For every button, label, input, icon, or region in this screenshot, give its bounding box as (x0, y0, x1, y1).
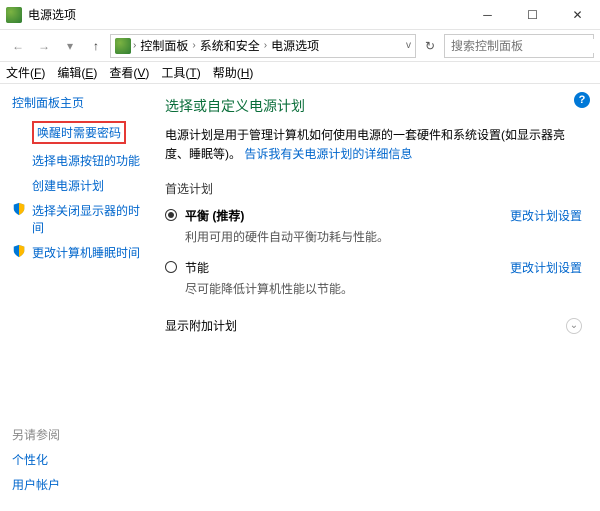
change-plan-link[interactable]: 更改计划设置 (510, 259, 582, 276)
see-also-label: 另请参阅 (12, 426, 143, 443)
close-button[interactable]: ✕ (555, 0, 600, 30)
breadcrumb-item-0[interactable]: 控制面板 (138, 37, 190, 54)
sidebar-list: 唤醒时需要密码选择电源按钮的功能创建电源计划选择关闭显示器的时间更改计算机睡眠时… (12, 121, 143, 269)
shield-icon (12, 121, 26, 135)
page-description: 电源计划是用于管理计算机如何使用电源的一套硬件和系统设置(如显示器亮度、睡眠等)… (165, 126, 582, 164)
sidebar-item-4[interactable]: 更改计算机睡眠时间 (12, 244, 143, 261)
breadcrumb-item-2[interactable]: 电源选项 (269, 37, 321, 54)
shield-icon (12, 177, 26, 191)
sidebar-link[interactable]: 选择电源按钮的功能 (32, 152, 140, 169)
plan-desc: 利用可用的硬件自动平衡功耗与性能。 (185, 228, 502, 245)
maximize-button[interactable]: ☐ (510, 0, 555, 30)
search-input[interactable] (451, 39, 600, 53)
chevron-right-icon: › (192, 40, 195, 51)
up-button[interactable]: ↑ (84, 34, 108, 58)
sidebar-footer: 另请参阅 个性化用户帐户 (12, 426, 143, 501)
breadcrumb[interactable]: › 控制面板 › 系统和安全 › 电源选项 v (110, 34, 416, 58)
main-content: ? 选择或自定义电源计划 电源计划是用于管理计算机如何使用电源的一套硬件和系统设… (155, 84, 600, 511)
help-icon[interactable]: ? (574, 92, 590, 108)
sidebar-link[interactable]: 唤醒时需要密码 (37, 126, 121, 140)
plan-row-1: 节能尽可能降低计算机性能以节能。更改计划设置 (165, 259, 582, 297)
sidebar-item-0[interactable]: 唤醒时需要密码 (12, 121, 143, 144)
plan-radio[interactable] (165, 261, 177, 273)
search-box[interactable]: 🔍 (444, 34, 594, 58)
sidebar-link[interactable]: 选择关闭显示器的时间 (32, 202, 143, 236)
shield-icon (12, 202, 26, 216)
sidebar: 控制面板主页 唤醒时需要密码选择电源按钮的功能创建电源计划选择关闭显示器的时间更… (0, 84, 155, 511)
sidebar-link[interactable]: 创建电源计划 (32, 177, 104, 194)
page-heading: 选择或自定义电源计划 (165, 96, 582, 116)
app-icon (6, 7, 22, 23)
shield-icon (12, 152, 26, 166)
refresh-button[interactable]: ↻ (418, 34, 442, 58)
plan-row-0: 平衡 (推荐) 利用可用的硬件自动平衡功耗与性能。更改计划设置 (165, 207, 582, 245)
chevron-right-icon: › (264, 40, 267, 51)
change-plan-link[interactable]: 更改计划设置 (510, 207, 582, 224)
sidebar-item-2[interactable]: 创建电源计划 (12, 177, 143, 194)
titlebar: 电源选项 ─ ☐ ✕ (0, 0, 600, 30)
menu-h[interactable]: 帮助(H) (213, 64, 254, 81)
menu-v[interactable]: 查看(V) (109, 64, 149, 81)
plans-container: 平衡 (推荐)利用可用的硬件自动平衡功耗与性能。更改计划设置节能尽可能降低计算机… (165, 207, 582, 297)
plan-name: 节能 (185, 259, 502, 276)
footer-links: 个性化用户帐户 (12, 451, 143, 493)
breadcrumb-dropdown-icon[interactable]: v (406, 40, 411, 51)
chevron-down-icon[interactable]: ⌄ (566, 318, 582, 334)
chevron-right-icon: › (133, 40, 136, 51)
window-title: 电源选项 (28, 6, 465, 23)
plan-name: 平衡 (推荐) (185, 207, 502, 224)
menu-f[interactable]: 文件(F) (6, 64, 45, 81)
tell-me-more-link[interactable]: 告诉我有关电源计划的详细信息 (244, 147, 412, 161)
preferred-plans-label: 首选计划 (165, 180, 582, 197)
back-button[interactable]: ← (6, 34, 30, 58)
navbar: ← → ▾ ↑ › 控制面板 › 系统和安全 › 电源选项 v ↻ 🔍 (0, 30, 600, 62)
forward-button: → (32, 34, 56, 58)
sidebar-item-1[interactable]: 选择电源按钮的功能 (12, 152, 143, 169)
breadcrumb-item-1[interactable]: 系统和安全 (198, 37, 262, 54)
minimize-button[interactable]: ─ (465, 0, 510, 30)
additional-plans-row[interactable]: 显示附加计划 ⌄ (165, 311, 582, 340)
recent-dropdown[interactable]: ▾ (58, 34, 82, 58)
footer-link-1[interactable]: 用户帐户 (12, 476, 143, 493)
sidebar-item-3[interactable]: 选择关闭显示器的时间 (12, 202, 143, 236)
menu-e[interactable]: 编辑(E) (57, 64, 97, 81)
plan-desc: 尽可能降低计算机性能以节能。 (185, 280, 502, 297)
menubar: 文件(F) 编辑(E) 查看(V) 工具(T) 帮助(H) (0, 62, 600, 84)
plan-radio[interactable] (165, 209, 177, 221)
additional-plans-label: 显示附加计划 (165, 317, 237, 334)
footer-link-0[interactable]: 个性化 (12, 451, 143, 468)
sidebar-home[interactable]: 控制面板主页 (12, 94, 143, 111)
sidebar-link[interactable]: 更改计算机睡眠时间 (32, 244, 140, 261)
shield-icon (12, 244, 26, 258)
breadcrumb-icon (115, 38, 131, 54)
menu-t[interactable]: 工具(T) (161, 64, 200, 81)
